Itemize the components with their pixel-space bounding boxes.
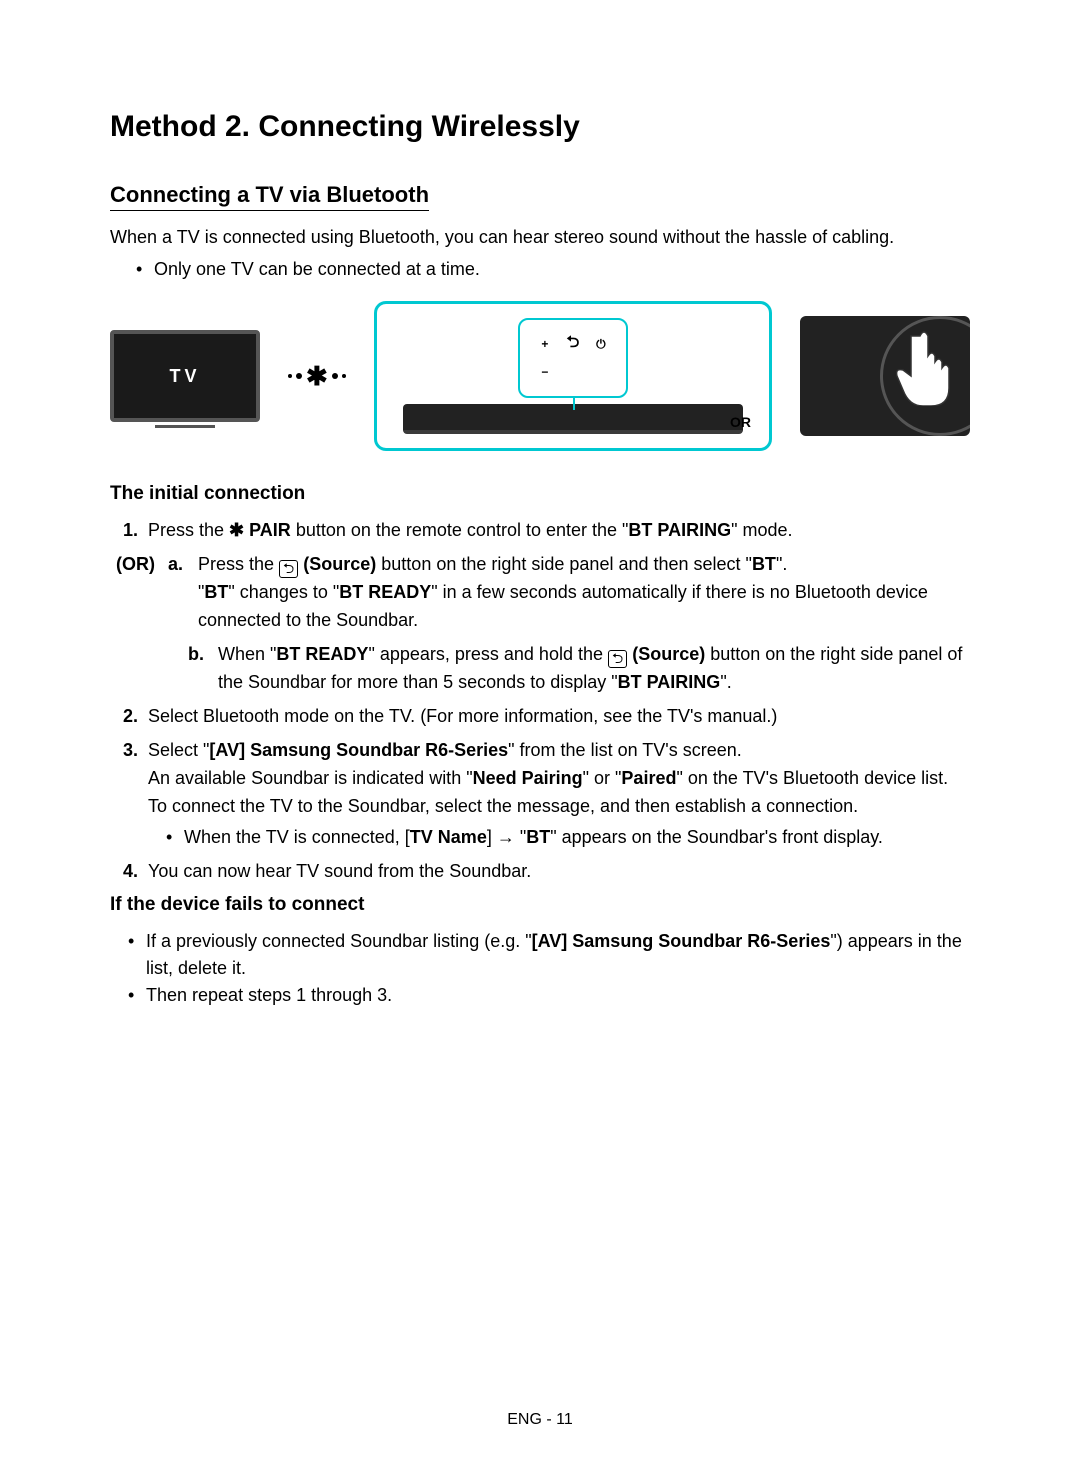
step-or-a: (OR) a. Press the (Source) button on the… — [116, 551, 970, 635]
subheading-fail-connect: If the device fails to connect — [110, 894, 970, 916]
bullet-single-tv: Only one TV can be connected at a time. — [136, 256, 970, 283]
step-4: 4. You can now hear TV sound from the So… — [116, 858, 970, 886]
source-icon — [279, 560, 298, 578]
diagram: TV ✱ + ⮌ ⏻ − OR — [110, 301, 970, 451]
fail-bullet-1: If a previously connected Soundbar listi… — [128, 928, 970, 982]
source-icon — [608, 650, 627, 668]
section-heading-bluetooth: Connecting a TV via Bluetooth — [110, 182, 429, 211]
bluetooth-icon: ✱ — [229, 517, 244, 545]
page-title: Method 2. Connecting Wirelessly — [110, 110, 970, 144]
intro-text: When a TV is connected using Bluetooth, … — [110, 225, 970, 250]
soundbar-callout: + ⮌ ⏻ − OR — [374, 301, 772, 451]
step-or-b: b. When "BT READY" appears, press and ho… — [188, 641, 970, 697]
or-label: OR — [730, 414, 751, 430]
touch-control-graphic — [800, 316, 970, 436]
hand-pointer-icon — [890, 326, 960, 406]
step-3-sub-bullet: When the TV is connected, [TV Name] → "B… — [166, 824, 970, 852]
remote-buttons-callout: + ⮌ ⏻ − — [518, 318, 628, 398]
step-3: 3. Select "[AV] Samsung Soundbar R6-Seri… — [116, 737, 970, 853]
bluetooth-signal-icon: ✱ — [288, 361, 346, 392]
tv-graphic: TV — [110, 330, 260, 422]
page-footer: ENG - 11 — [0, 1411, 1080, 1429]
subheading-initial-connection: The initial connection — [110, 483, 970, 505]
step-1: 1. Press the ✱ PAIR button on the remote… — [116, 517, 970, 545]
fail-bullet-2: Then repeat steps 1 through 3. — [128, 982, 970, 1009]
step-2: 2. Select Bluetooth mode on the TV. (For… — [116, 703, 970, 731]
